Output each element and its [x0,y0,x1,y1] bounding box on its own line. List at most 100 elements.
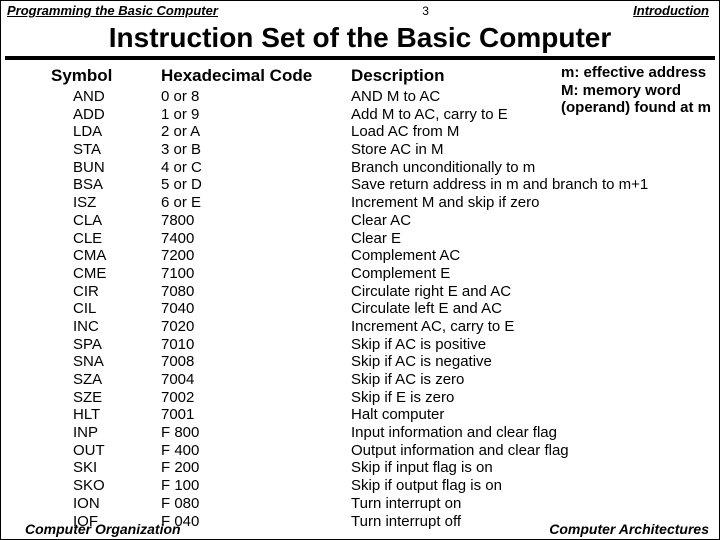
cell-hex: 2 or A [161,123,351,141]
table-row: IONF 080Turn interrupt on [51,495,713,513]
table-row: LDA2 or ALoad AC from M [51,123,713,141]
table-row: CME7100Complement E [51,265,713,283]
legend-line: m: effective address [561,64,711,82]
table-row: BSA5 or DSave return address in m and br… [51,176,713,194]
table-row: SZA7004Skip if AC is zero [51,371,713,389]
cell-symbol: AND [51,88,161,106]
cell-desc: Skip if output flag is on [351,477,713,495]
cell-hex: F 800 [161,424,351,442]
footer-left: Computer Organization [25,521,181,537]
legend-line: M: memory word [561,82,711,100]
cell-hex: 7008 [161,353,351,371]
cell-symbol: ADD [51,106,161,124]
cell-symbol: CLE [51,230,161,248]
header-hex: Hexadecimal Code [161,66,351,86]
cell-symbol: HLT [51,406,161,424]
cell-desc: Clear E [351,230,713,248]
cell-symbol: CMA [51,247,161,265]
table-row: SKOF 100Skip if output flag is on [51,477,713,495]
table-row: BUN4 or CBranch unconditionally to m [51,159,713,177]
cell-hex: 6 or E [161,194,351,212]
cell-desc: Halt computer [351,406,713,424]
cell-desc: Circulate left E and AC [351,300,713,318]
table-row: CIL7040Circulate left E and AC [51,300,713,318]
cell-hex: F 080 [161,495,351,513]
legend-line: (operand) found at m [561,99,711,117]
cell-hex: F 100 [161,477,351,495]
table-row: OUTF 400Output information and clear fla… [51,442,713,460]
table-row: CMA7200Complement AC [51,247,713,265]
cell-symbol: CME [51,265,161,283]
cell-symbol: INC [51,318,161,336]
table-row: CIR7080Circulate right E and AC [51,283,713,301]
footer: Computer Organization Computer Architect… [1,521,719,537]
page-title: Instruction Set of the Basic Computer [5,18,715,60]
cell-hex: 7020 [161,318,351,336]
cell-hex: 5 or D [161,176,351,194]
cell-desc: Load AC from M [351,123,713,141]
content: m: effective address M: memory word (ope… [1,60,719,530]
cell-symbol: SNA [51,353,161,371]
table-row: STA3 or BStore AC in M [51,141,713,159]
cell-desc: Complement AC [351,247,713,265]
table-row: INPF 800Input information and clear flag [51,424,713,442]
cell-hex: 7040 [161,300,351,318]
table-row: INC7020Increment AC, carry to E [51,318,713,336]
table-body: AND0 or 8AND M to ACADD1 or 9Add M to AC… [51,88,713,530]
cell-desc: Store AC in M [351,141,713,159]
cell-symbol: SPA [51,336,161,354]
cell-hex: 7004 [161,371,351,389]
cell-desc: Complement E [351,265,713,283]
table-row: HLT7001Halt computer [51,406,713,424]
cell-symbol: BSA [51,176,161,194]
cell-hex: 7100 [161,265,351,283]
cell-desc: Increment M and skip if zero [351,194,713,212]
table-row: CLE7400Clear E [51,230,713,248]
cell-symbol: STA [51,141,161,159]
cell-hex: 7400 [161,230,351,248]
cell-hex: 7002 [161,389,351,407]
cell-hex: 7001 [161,406,351,424]
cell-hex: 7010 [161,336,351,354]
cell-hex: 7200 [161,247,351,265]
cell-desc: Save return address in m and branch to m… [351,176,713,194]
cell-hex: 0 or 8 [161,88,351,106]
cell-hex: F 400 [161,442,351,460]
table-row: SZE7002Skip if E is zero [51,389,713,407]
cell-desc: Input information and clear flag [351,424,713,442]
table-row: SNA7008Skip if AC is negative [51,353,713,371]
table-row: ISZ6 or EIncrement M and skip if zero [51,194,713,212]
cell-desc: Clear AC [351,212,713,230]
cell-symbol: ION [51,495,161,513]
page-number: 3 [422,4,429,18]
cell-hex: F 200 [161,459,351,477]
cell-symbol: BUN [51,159,161,177]
cell-symbol: LDA [51,123,161,141]
header-symbol: Symbol [51,66,161,86]
cell-symbol: SKO [51,477,161,495]
cell-desc: Increment AC, carry to E [351,318,713,336]
cell-desc: Output information and clear flag [351,442,713,460]
cell-desc: Skip if AC is positive [351,336,713,354]
cell-desc: Circulate right E and AC [351,283,713,301]
top-right: Introduction [633,3,709,18]
cell-hex: 7800 [161,212,351,230]
cell-desc: Skip if AC is zero [351,371,713,389]
cell-desc: Skip if AC is negative [351,353,713,371]
cell-desc: Turn interrupt on [351,495,713,513]
cell-hex: 3 or B [161,141,351,159]
cell-symbol: SZA [51,371,161,389]
cell-hex: 4 or C [161,159,351,177]
cell-desc: Skip if input flag is on [351,459,713,477]
cell-hex: 1 or 9 [161,106,351,124]
table-row: SPA7010Skip if AC is positive [51,336,713,354]
top-bar: Programming the Basic Computer 3 Introdu… [1,1,719,18]
table-row: CLA7800Clear AC [51,212,713,230]
cell-symbol: CIR [51,283,161,301]
legend-box: m: effective address M: memory word (ope… [559,64,713,117]
cell-symbol: ISZ [51,194,161,212]
cell-symbol: OUT [51,442,161,460]
cell-symbol: CIL [51,300,161,318]
footer-right: Computer Architectures [549,521,709,537]
cell-symbol: SKI [51,459,161,477]
